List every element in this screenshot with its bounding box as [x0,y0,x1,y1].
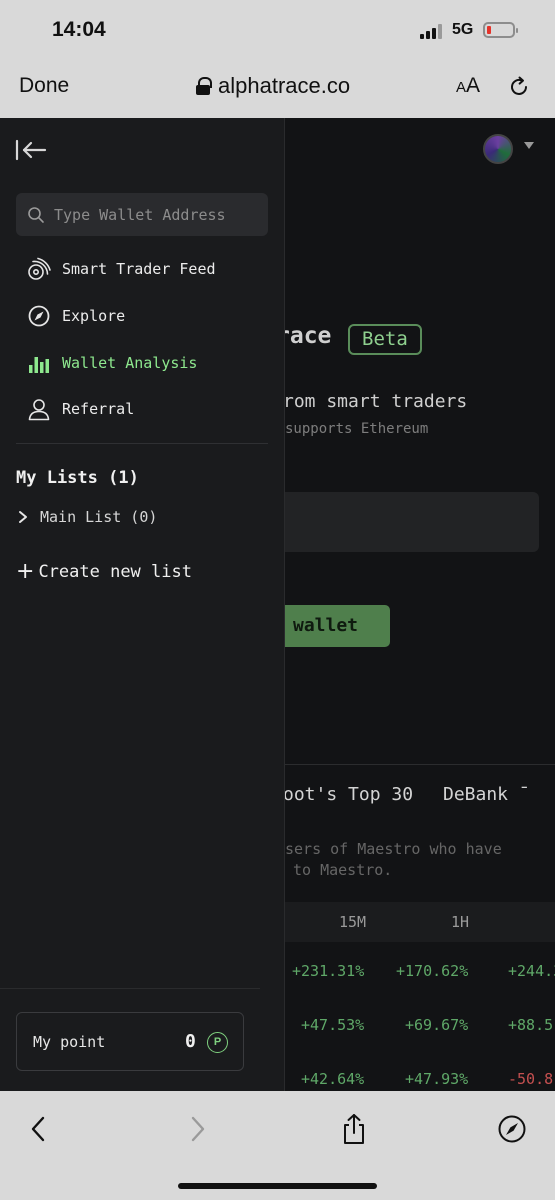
list-item-label: Main List (0) [40,508,158,526]
beta-badge: Beta [348,324,422,355]
table-cell: +47.93% [405,1070,469,1088]
nav-item-label: Explore [62,307,126,325]
table-cell: +231.31% [292,962,365,980]
points-label: My point [33,1033,106,1051]
nav-item-label: Smart Trader Feed [62,260,216,278]
user-icon [26,396,52,422]
browser-address-bar: Done alphatrace.co AA [0,60,555,118]
nav-item-referral[interactable]: Referral [16,391,266,427]
divider [16,443,268,444]
analyze-wallet-button[interactable]: wallet [276,605,390,647]
signal-icon [420,24,444,39]
network-type: 5G [452,21,474,38]
chevron-right-icon [19,511,27,523]
wallet-search [16,193,268,236]
tab-top-30[interactable]: oot's Top 30 [283,784,413,805]
collapse-sidebar-icon[interactable] [14,138,48,162]
lock-icon [196,77,212,95]
share-icon [344,1114,364,1144]
battery-icon [483,22,518,38]
hero-support-note: supports Ethereum [285,421,429,437]
column-header[interactable]: 1H [451,913,469,931]
tab-debank[interactable]: DeBank ˉ [443,784,530,805]
search-icon [28,207,44,223]
chevron-down-icon[interactable] [524,142,534,149]
table-cell: +47.53% [301,1016,365,1034]
share-button[interactable] [338,1113,370,1145]
nav-item-smart-trader-feed[interactable]: Smart Trader Feed [16,251,266,287]
side-drawer: Smart Trader Feed Explore Wallet Analysi… [0,118,285,1091]
tab-description: sers of Maestro who have [285,840,502,858]
text-size-button[interactable]: AA [456,74,480,98]
points-value: 0 [185,1031,196,1052]
create-list-label: Create new list [38,562,192,582]
safari-button[interactable] [496,1113,528,1145]
table-header: 15M 1H [276,902,555,942]
table-cell: +42.64% [301,1070,365,1088]
list-item-main-list[interactable]: Main List (0) [16,506,157,528]
column-header[interactable]: 15M [339,913,366,931]
tab-description: to Maestro. [293,861,393,879]
divider [0,988,260,989]
back-button[interactable] [22,1113,54,1145]
my-points-card[interactable]: My point 0 P [16,1012,244,1071]
nav-item-explore[interactable]: Explore [16,298,266,334]
bar-chart-icon [26,350,52,376]
wallet-address-input[interactable] [54,193,259,236]
url-domain: alphatrace.co [218,73,351,98]
done-button[interactable]: Done [19,74,69,98]
hero-subtitle: rom smart traders [283,391,468,412]
create-list-button[interactable]: + Create new list [16,560,192,584]
table-cell: -50.8 [508,1070,554,1088]
status-bar: 14:04 5G [0,0,555,60]
nav-item-wallet-analysis[interactable]: Wallet Analysis [16,345,266,381]
table-cell: +88.5 [508,1016,554,1034]
table-cell: +69.67% [405,1016,469,1034]
chevron-left-icon [31,1116,45,1142]
plus-icon: + [16,559,35,584]
compass-icon [498,1115,526,1143]
compass-icon [26,303,52,329]
my-lists-title: My Lists (1) [16,468,139,488]
reload-icon[interactable] [508,76,530,98]
points-icon: P [207,1032,228,1053]
nav-item-label: Referral [62,400,135,418]
nav-item-label: Wallet Analysis [62,354,198,372]
smart-feed-icon [26,256,52,282]
home-indicator[interactable] [178,1183,377,1189]
avatar[interactable] [483,134,513,164]
chevron-right-icon [191,1116,205,1142]
wallet-input[interactable] [276,492,539,552]
table-cell: +244.3 [508,962,555,980]
status-time: 14:04 [52,18,106,41]
forward-button[interactable] [182,1113,214,1145]
table-cell: +170.62% [396,962,469,980]
divider [276,764,555,765]
url-field[interactable]: alphatrace.co [196,73,350,99]
